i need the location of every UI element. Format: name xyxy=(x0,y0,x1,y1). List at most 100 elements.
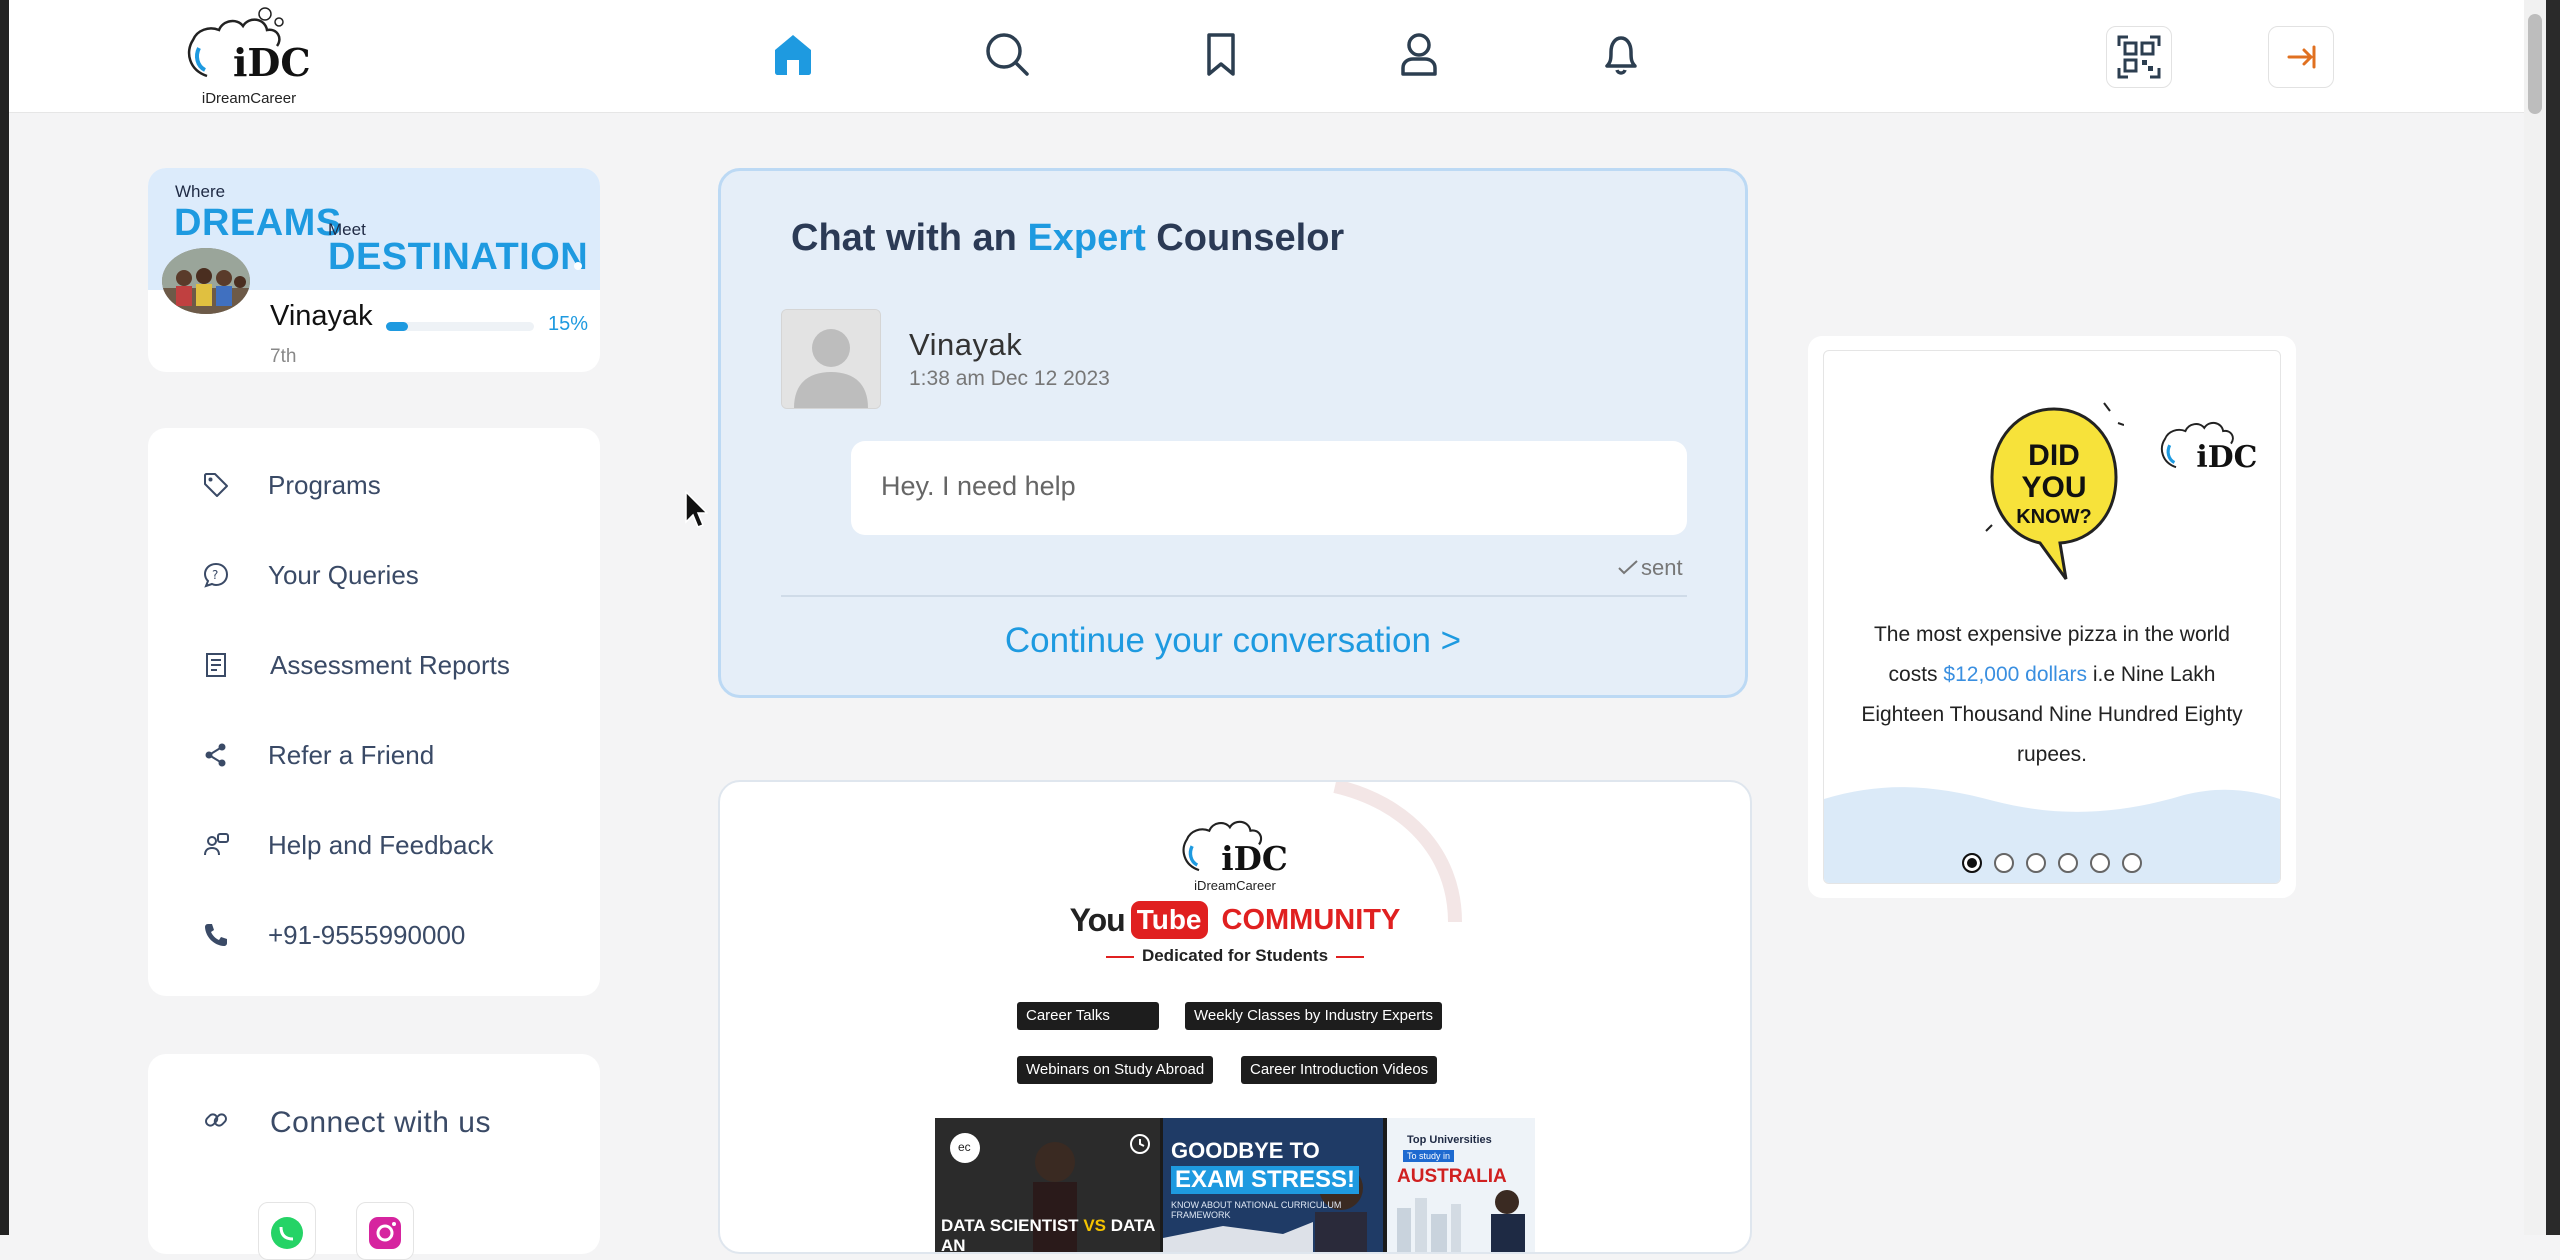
message-bubble: Hey. I need help xyxy=(851,441,1687,535)
chat-title-accent: Expert xyxy=(1027,217,1146,259)
logo-caption: iDreamCareer xyxy=(201,90,297,107)
user-icon xyxy=(1401,33,1437,76)
report-icon xyxy=(202,651,230,679)
mouse-cursor-icon xyxy=(685,490,708,528)
svg-text:?: ? xyxy=(212,568,218,582)
carousel-dot[interactable] xyxy=(1962,853,1982,873)
message-avatar xyxy=(781,309,881,409)
youtube-community-word: COMMUNITY xyxy=(1221,903,1401,936)
menu-label: Assessment Reports xyxy=(270,649,510,680)
nav-home[interactable] xyxy=(761,22,825,86)
youtube-you: You xyxy=(1069,901,1126,938)
thumbnail-title: Top Universities xyxy=(1407,1134,1492,1146)
connect-label: Connect with us xyxy=(270,1106,491,1139)
poster-tag: Career Talks xyxy=(1017,1002,1159,1030)
did-you-know-card: DID YOU KNOW? iDC The most expensive piz… xyxy=(1808,336,2296,898)
continue-conversation-link[interactable]: Continue your conversation > xyxy=(721,621,1745,661)
svg-text:YOU: YOU xyxy=(2021,471,2086,504)
qr-code-icon xyxy=(2117,35,2161,79)
thumbnail-title: GOODBYE TO xyxy=(1171,1138,1320,1163)
carousel-dot[interactable] xyxy=(2058,853,2078,873)
youtube-community-heading: You Tube COMMUNITY xyxy=(935,900,1535,940)
poster-tag: Career Introduction Videos xyxy=(1241,1056,1438,1084)
message-status-text: sent xyxy=(1641,555,1683,580)
top-navbar: iDC iDreamCareer xyxy=(9,0,2524,113)
video-thumbnail[interactable]: Top Universities To study in AUSTRALIA xyxy=(1387,1118,1535,1252)
poster-tag: Weekly Classes by Industry Experts xyxy=(1185,1002,1442,1030)
scrollbar-thumb[interactable] xyxy=(2528,14,2542,114)
default-avatar-icon xyxy=(782,310,880,408)
logo-head-icon: iDC xyxy=(187,7,311,85)
fact-highlight: $12,000 dollars xyxy=(1943,663,2088,686)
carousel-dot[interactable] xyxy=(1994,853,2014,873)
search-icon xyxy=(986,33,1029,76)
check-icon xyxy=(1618,560,1638,575)
menu-item-help-and-feedback[interactable]: Help and Feedback xyxy=(148,810,600,880)
expert-chat-card: Chat with an Expert Counselor Vinayak 1:… xyxy=(718,168,1748,698)
youtube-tube: Tube xyxy=(1130,901,1208,939)
thumbnail-title: DATA SCIENTIST VS DATA AN xyxy=(941,1216,1155,1252)
connect-card: Connect with us xyxy=(148,1054,600,1260)
chat-title-post: Counselor xyxy=(1156,217,1345,259)
instagram-icon xyxy=(369,1217,401,1249)
menu-label: Refer a Friend xyxy=(268,739,435,770)
carousel-dots xyxy=(1824,853,2280,877)
menu-item-your-queries[interactable]: ? Your Queries xyxy=(148,540,600,610)
menu-item-phone[interactable]: +91-9555990000 xyxy=(148,900,600,970)
profile-grade: 7th xyxy=(270,346,297,367)
did-you-know-bubble: DID YOU KNOW? xyxy=(1984,401,2125,591)
poster-tag: Webinars on Study Abroad xyxy=(1017,1056,1214,1084)
dedicated-text: Dedicated for Students xyxy=(1141,946,1329,965)
nav-profile[interactable] xyxy=(1387,22,1451,86)
sidebar-menu: Programs ? Your Queries Assessment Repor… xyxy=(148,428,600,996)
whatsapp-icon xyxy=(271,1217,303,1249)
phone-icon xyxy=(202,921,230,949)
did-you-know-fact: The most expensive pizza in the world co… xyxy=(1854,615,2250,775)
rule-right xyxy=(1336,955,1365,958)
home-icon xyxy=(775,35,811,75)
banner-dot xyxy=(574,262,582,270)
community-poster[interactable]: iDC iDreamCareer You Tube COMMUNITY Dedi… xyxy=(935,782,1535,1252)
profile-progress-bar xyxy=(386,322,534,331)
logout-icon xyxy=(2287,45,2316,69)
message-text: Hey. I need help xyxy=(881,471,1076,501)
svg-text:iDC: iDC xyxy=(1221,839,1288,878)
menu-item-programs[interactable]: Programs xyxy=(148,450,600,520)
thumbnail-badge: ec xyxy=(958,1140,971,1154)
whatsapp-button[interactable] xyxy=(258,1202,316,1260)
did-you-know-logo: iDC xyxy=(2154,401,2264,491)
message-timestamp: 1:38 am Dec 12 2023 xyxy=(909,367,1110,390)
video-thumbnail[interactable]: ec DATA SCIENTIST VS DATA AN xyxy=(935,1118,1160,1252)
qr-code-button[interactable] xyxy=(2106,26,2172,88)
link-icon xyxy=(202,1106,230,1134)
page-scrollbar[interactable] xyxy=(2524,0,2546,1235)
carousel-dot[interactable] xyxy=(2026,853,2046,873)
svg-text:KNOW?: KNOW? xyxy=(2016,506,2092,528)
carousel-dot[interactable] xyxy=(2090,853,2110,873)
help-feedback-icon xyxy=(202,831,230,859)
rule-left xyxy=(1105,955,1134,958)
nav-search[interactable] xyxy=(975,22,1039,86)
profile-card[interactable]: Where DREAMS Meet DESTINATION Vinayak 15… xyxy=(148,168,600,372)
instagram-button[interactable] xyxy=(356,1202,414,1260)
thumbnail-highlight: AUSTRALIA xyxy=(1397,1166,1507,1187)
idreamcareer-logo[interactable]: iDC iDreamCareer xyxy=(179,4,319,108)
message-status: sent xyxy=(1617,555,1683,581)
did-you-know-slide[interactable]: DID YOU KNOW? iDC The most expensive piz… xyxy=(1823,350,2281,884)
chat-title-pre: Chat with an xyxy=(791,217,1017,259)
profile-progress-fill xyxy=(386,322,409,331)
question-bubble-icon: ? xyxy=(202,561,230,589)
menu-item-refer-a-friend[interactable]: Refer a Friend xyxy=(148,720,600,790)
avatar-photo-icon xyxy=(162,248,250,314)
nav-saved[interactable] xyxy=(1189,22,1253,86)
nav-notifications[interactable] xyxy=(1589,22,1653,86)
menu-item-assessment-reports[interactable]: Assessment Reports xyxy=(148,630,600,700)
youtube-community-card[interactable]: iDC iDreamCareer You Tube COMMUNITY Dedi… xyxy=(718,780,1752,1254)
video-thumbnail[interactable]: GOODBYE TO EXAM STRESS! KNOW ABOUT NATIO… xyxy=(1163,1118,1383,1252)
window-edge-left xyxy=(0,0,9,1235)
menu-label: +91-9555990000 xyxy=(268,919,466,950)
share-icon xyxy=(202,741,230,769)
carousel-dot[interactable] xyxy=(2122,853,2142,873)
avatar[interactable] xyxy=(162,248,250,314)
logout-button[interactable] xyxy=(2268,26,2334,88)
